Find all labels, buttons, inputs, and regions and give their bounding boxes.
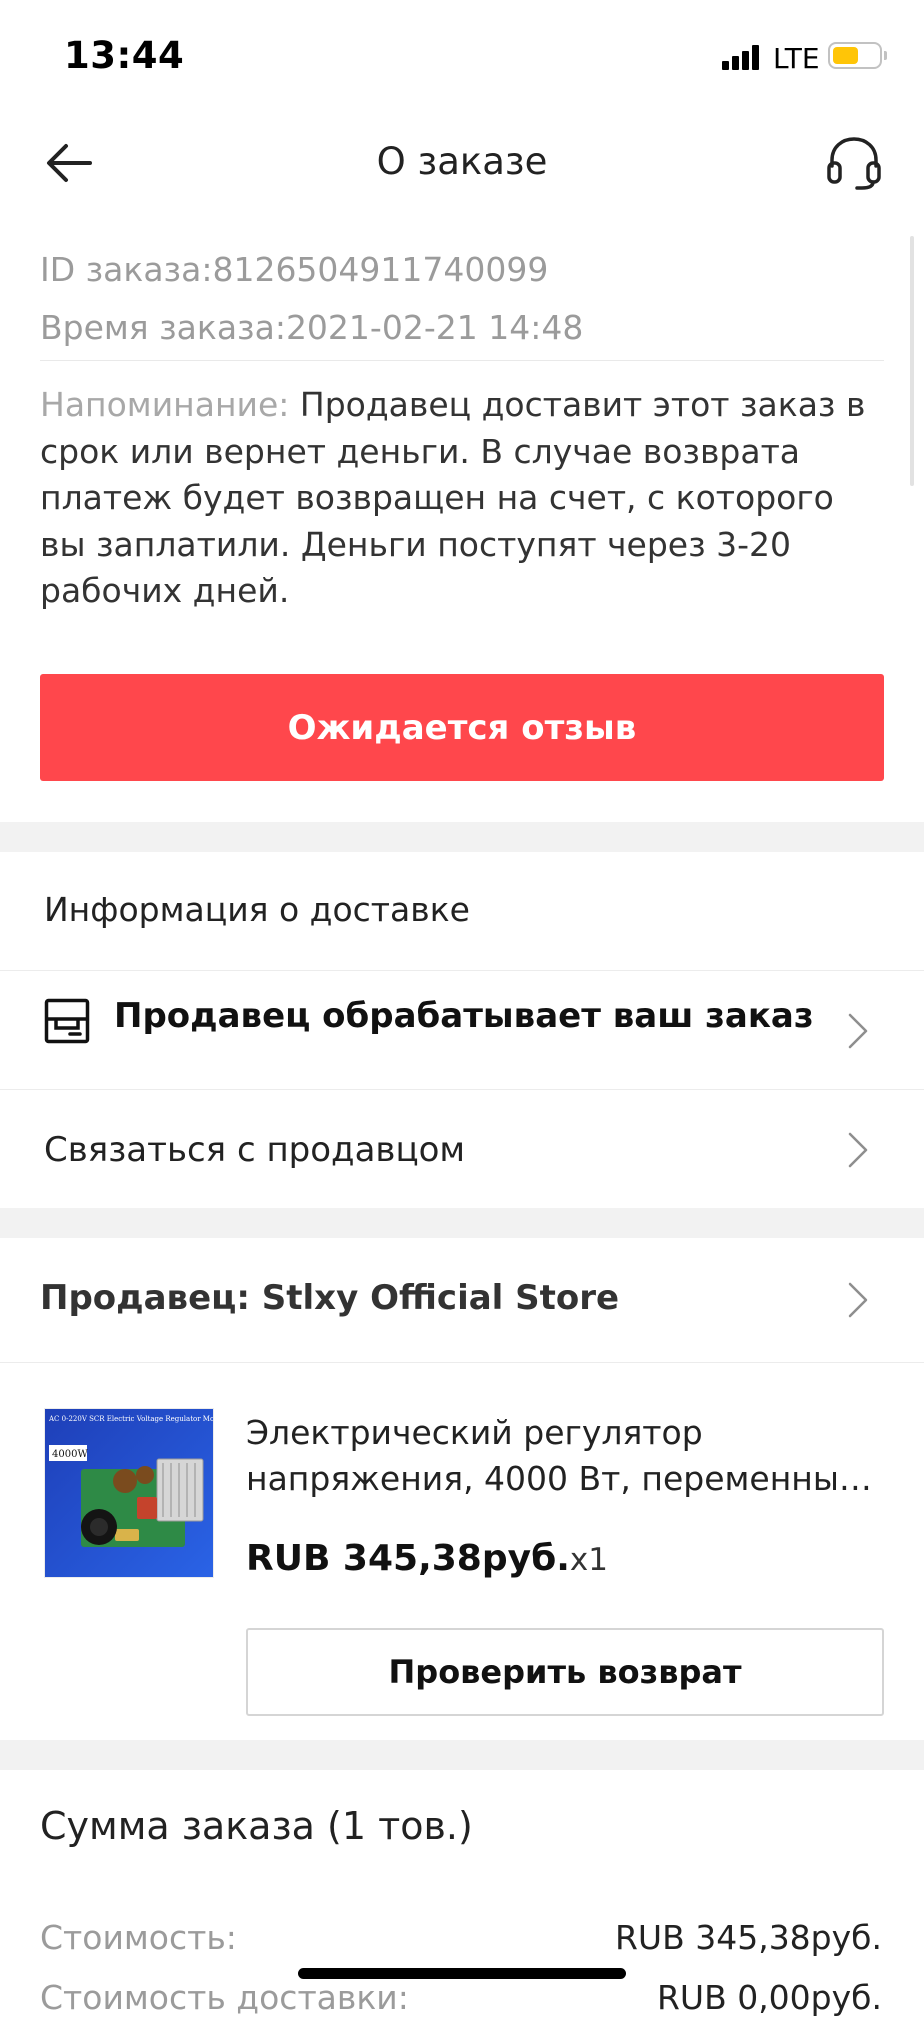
home-indicator[interactable] xyxy=(298,1968,626,1979)
shipping-cost-value: RUB 0,00руб. xyxy=(656,1978,882,2017)
delivery-info-heading: Информация о доставке xyxy=(44,890,470,929)
cellular-signal-icon xyxy=(722,44,762,70)
chevron-right-icon xyxy=(848,1013,868,1049)
order-time-value: 2021-02-21 14:48 xyxy=(285,308,584,347)
order-summary-title: Сумма заказа (1 тов.) xyxy=(40,1804,473,1848)
order-id-label: ID заказа: xyxy=(40,250,213,289)
section-gap xyxy=(0,1208,924,1238)
reminder-notice: Напоминание: Продавец доставит этот зака… xyxy=(40,382,886,615)
reminder-label: Напоминание: xyxy=(40,385,300,424)
battery-nub xyxy=(884,51,887,60)
product-price: RUB 345,38руб. xyxy=(246,1538,570,1579)
delivery-status-text: Продавец обрабатывает ваш заказ xyxy=(114,996,814,1036)
order-time-label: Время заказа: xyxy=(40,308,286,347)
leave-feedback-button[interactable]: Ожидается отзыв xyxy=(40,674,884,781)
chevron-right-icon xyxy=(848,1282,868,1318)
cost-value: RUB 345,38руб. xyxy=(615,1918,882,1957)
chevron-right-icon xyxy=(848,1132,868,1168)
scrollbar[interactable] xyxy=(910,236,914,486)
product-image-caption: AC 0-220V SCR Electric Voltage Regulator… xyxy=(48,1415,213,1423)
cost-label: Стоимость: xyxy=(40,1918,237,1957)
page-title: О заказе xyxy=(376,140,548,183)
network-type: LTE xyxy=(773,42,820,75)
divider xyxy=(40,360,884,361)
contact-seller-label: Связаться с продавцом xyxy=(44,1130,466,1170)
battery-level-fill xyxy=(833,47,858,64)
product-image[interactable]: AC 0-220V SCR Electric Voltage Regulator… xyxy=(44,1408,214,1578)
check-return-button[interactable]: Проверить возврат xyxy=(246,1628,884,1716)
product-quantity: x1 xyxy=(569,1542,608,1578)
shipping-cost-label: Стоимость доставки: xyxy=(40,1978,409,2017)
order-time: Время заказа:2021-02-21 14:48 xyxy=(40,308,583,347)
product-image-badge: 4000W xyxy=(52,1449,88,1460)
divider xyxy=(0,1362,924,1363)
status-time: 13:44 xyxy=(64,34,185,77)
product-price-row: RUB 345,38руб.x1 xyxy=(246,1538,608,1579)
section-gap xyxy=(0,822,924,852)
section-gap xyxy=(0,1740,924,1770)
package-box-icon xyxy=(44,998,90,1044)
product-title[interactable]: Электрический регулятор напряжения, 4000… xyxy=(246,1410,886,1502)
order-id-value: 8126504911740099 xyxy=(212,250,549,289)
headset-icon[interactable] xyxy=(824,132,884,192)
seller-name: Продавец: Stlxy Official Store xyxy=(40,1278,620,1318)
order-id: ID заказа:8126504911740099 xyxy=(40,250,548,289)
battery-icon xyxy=(828,42,882,69)
